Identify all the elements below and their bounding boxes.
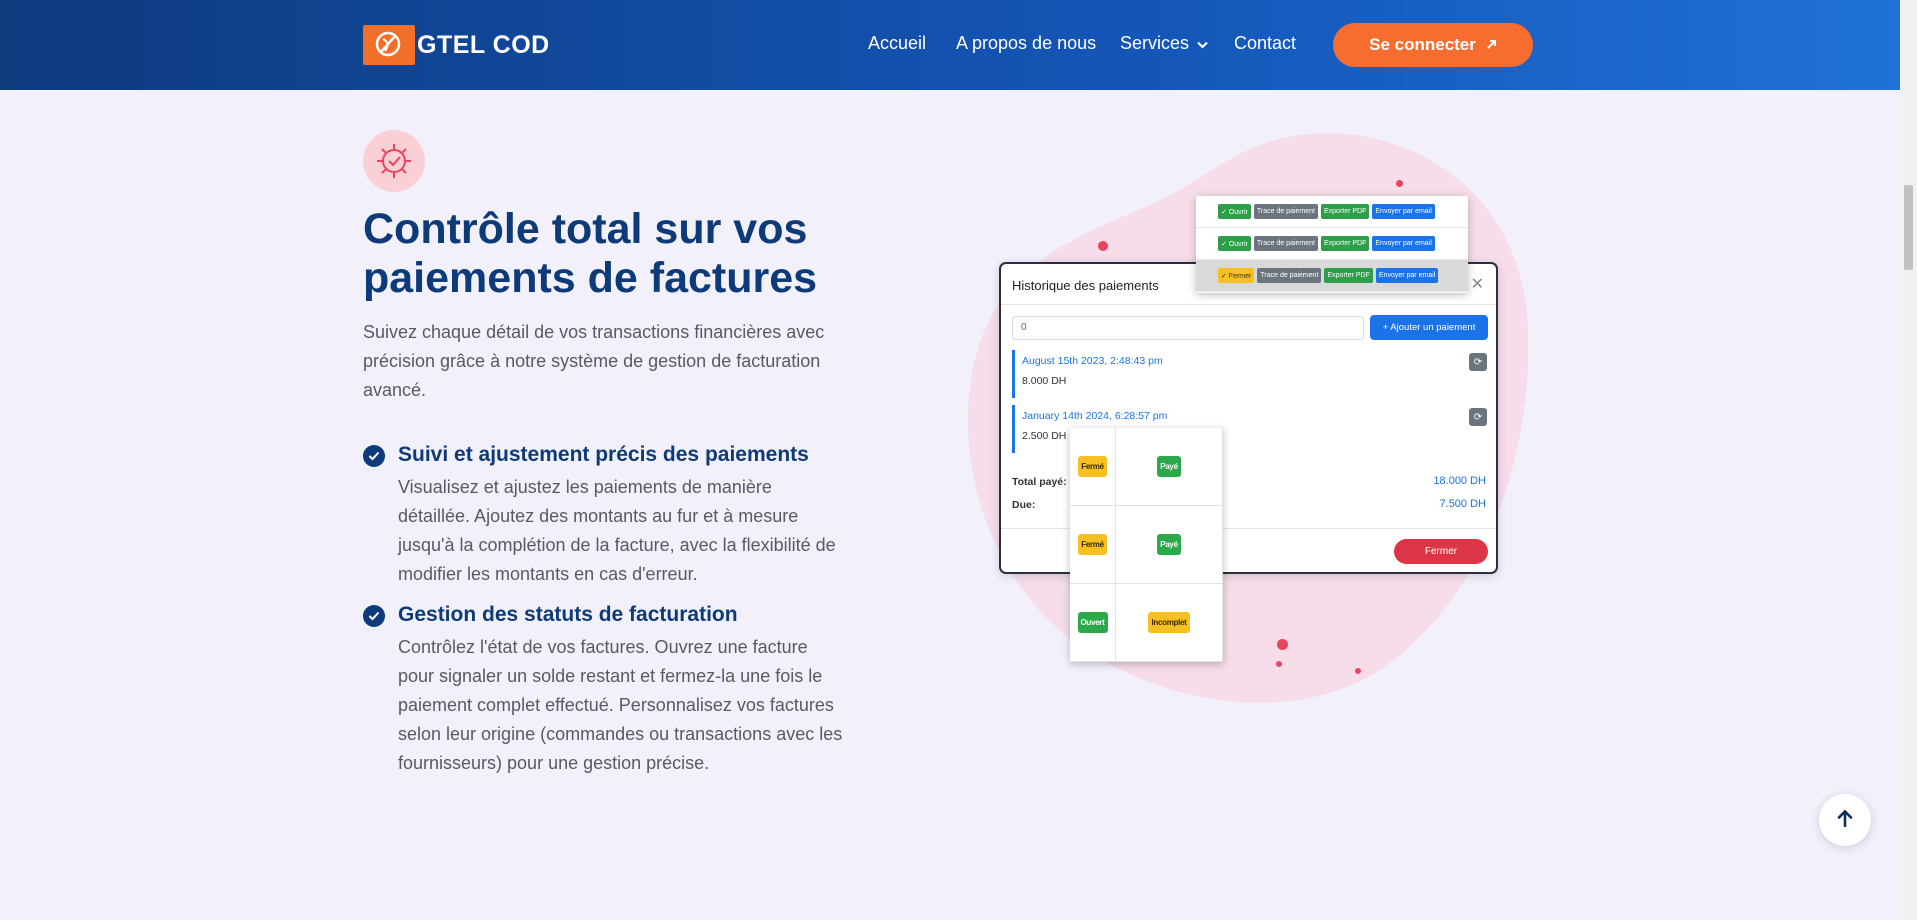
status-badge: Fermé [1078,456,1107,477]
refresh-icon[interactable]: ⟳ [1469,353,1487,371]
scrollbar-thumb[interactable] [1904,185,1913,270]
action-row: ✓ Fermer Trace de paiement Exporter PDF … [1196,260,1468,292]
feature-title: Gestion des statuts de facturation [398,603,738,626]
decorative-dot [1277,639,1288,650]
status-badge: Ouvert [1077,612,1108,633]
payment-amount-input[interactable]: 0 [1012,316,1364,340]
payment-entry: August 15th 2023, 2:48:43 pm 8.000 DH ⟳ [1012,350,1487,398]
refresh-icon[interactable]: ⟳ [1469,408,1487,426]
modal-title: Historique des paiements [1012,278,1159,293]
nav-accueil[interactable]: Accueil [868,33,926,54]
status-badge: Payé [1157,534,1181,555]
status-cell: Ouvert [1070,584,1116,662]
brand-name: GTEL COD [417,30,550,59]
nav-services[interactable]: Services [1120,33,1208,54]
login-button-label: Se connecter [1369,35,1476,54]
due-value: 7.500 DH [1439,498,1486,510]
open-invoice-button[interactable]: ✓ Ouvrir [1218,204,1251,219]
send-email-button[interactable]: Envoyer par email [1372,204,1435,219]
payment-trace-button[interactable]: Trace de paiement [1257,268,1322,283]
add-payment-button[interactable]: + Ajouter un paiement [1370,315,1488,340]
action-row: ✓ Ouvrir Trace de paiement Exporter PDF … [1196,228,1468,260]
chevron-down-icon [1197,33,1208,54]
nav-a-propos[interactable]: A propos de nous [956,33,1096,54]
back-to-top-button[interactable] [1819,794,1871,846]
feature-description: Contrôlez l'état de vos factures. Ouvrez… [398,637,843,773]
navbar: GTEL COD Accueil A propos de nous Servic… [0,0,1900,90]
payment-amount: 2.500 DH [1022,430,1067,442]
action-row: ✓ Ouvrir Trace de paiement Exporter PDF … [1196,196,1468,228]
total-paid-value: 18.000 DH [1433,475,1486,487]
due-label: Due: [1012,499,1036,511]
feature-title: Suivi et ajustement précis des paiements [398,443,809,466]
payment-trace-button[interactable]: Trace de paiement [1253,236,1318,251]
arrow-up-right-icon [1486,35,1497,55]
payment-date: January 14th 2024, 6:28:57 pm [1022,410,1168,422]
gear-check-icon [363,130,425,192]
total-paid-label: Total payé: [1012,476,1067,488]
nav-services-label: Services [1120,33,1190,53]
export-pdf-button[interactable]: Exporter PDF [1320,236,1370,251]
status-cell: Payé [1116,428,1223,506]
check-circle-icon [363,605,385,627]
decorative-dot [1276,661,1282,667]
invoice-status-card: Fermé Payé Fermé Payé Ouvert Incomplet [1070,428,1223,662]
section-lead: Suivez chaque détail de vos transactions… [363,322,825,400]
status-badge: Fermé [1078,534,1107,555]
send-email-button[interactable]: Envoyer par email [1375,268,1439,283]
decorative-dot [1396,180,1403,187]
close-modal-button[interactable]: Fermer [1394,539,1488,564]
payment-amount: 8.000 DH [1022,375,1067,387]
arrow-up-icon [1837,809,1853,832]
login-button[interactable]: Se connecter [1333,23,1533,67]
section-heading: Contrôle total sur vos paiements de fact… [363,205,818,302]
close-invoice-button[interactable]: ✓ Fermer [1218,268,1255,283]
nav-contact[interactable]: Contact [1234,33,1296,54]
check-circle-icon [363,445,385,467]
status-cell: Payé [1116,506,1223,584]
decorative-dot [1355,668,1361,674]
logo-icon [363,25,415,65]
status-cell: Fermé [1070,506,1116,584]
page-scrollbar[interactable] [1900,0,1917,920]
payment-trace-button[interactable]: Trace de paiement [1253,204,1318,219]
invoice-actions-card: ✓ Ouvrir Trace de paiement Exporter PDF … [1196,196,1468,293]
export-pdf-button[interactable]: Exporter PDF [1320,204,1370,219]
status-cell: Incomplet [1116,584,1223,662]
open-invoice-button[interactable]: ✓ Ouvrir [1218,236,1251,251]
logo[interactable]: GTEL COD [363,25,550,65]
close-icon[interactable]: ✕ [1471,274,1484,294]
status-badge: Payé [1157,456,1181,477]
decorative-dot [1098,241,1108,251]
send-email-button[interactable]: Envoyer par email [1372,236,1435,251]
status-cell: Fermé [1070,428,1116,506]
divider [1001,304,1496,305]
status-badge: Incomplet [1148,612,1190,633]
payment-date: August 15th 2023, 2:48:43 pm [1022,355,1163,367]
feature-description: Visualisez et ajustez les paiements de m… [398,477,836,584]
export-pdf-button[interactable]: Exporter PDF [1324,268,1373,283]
